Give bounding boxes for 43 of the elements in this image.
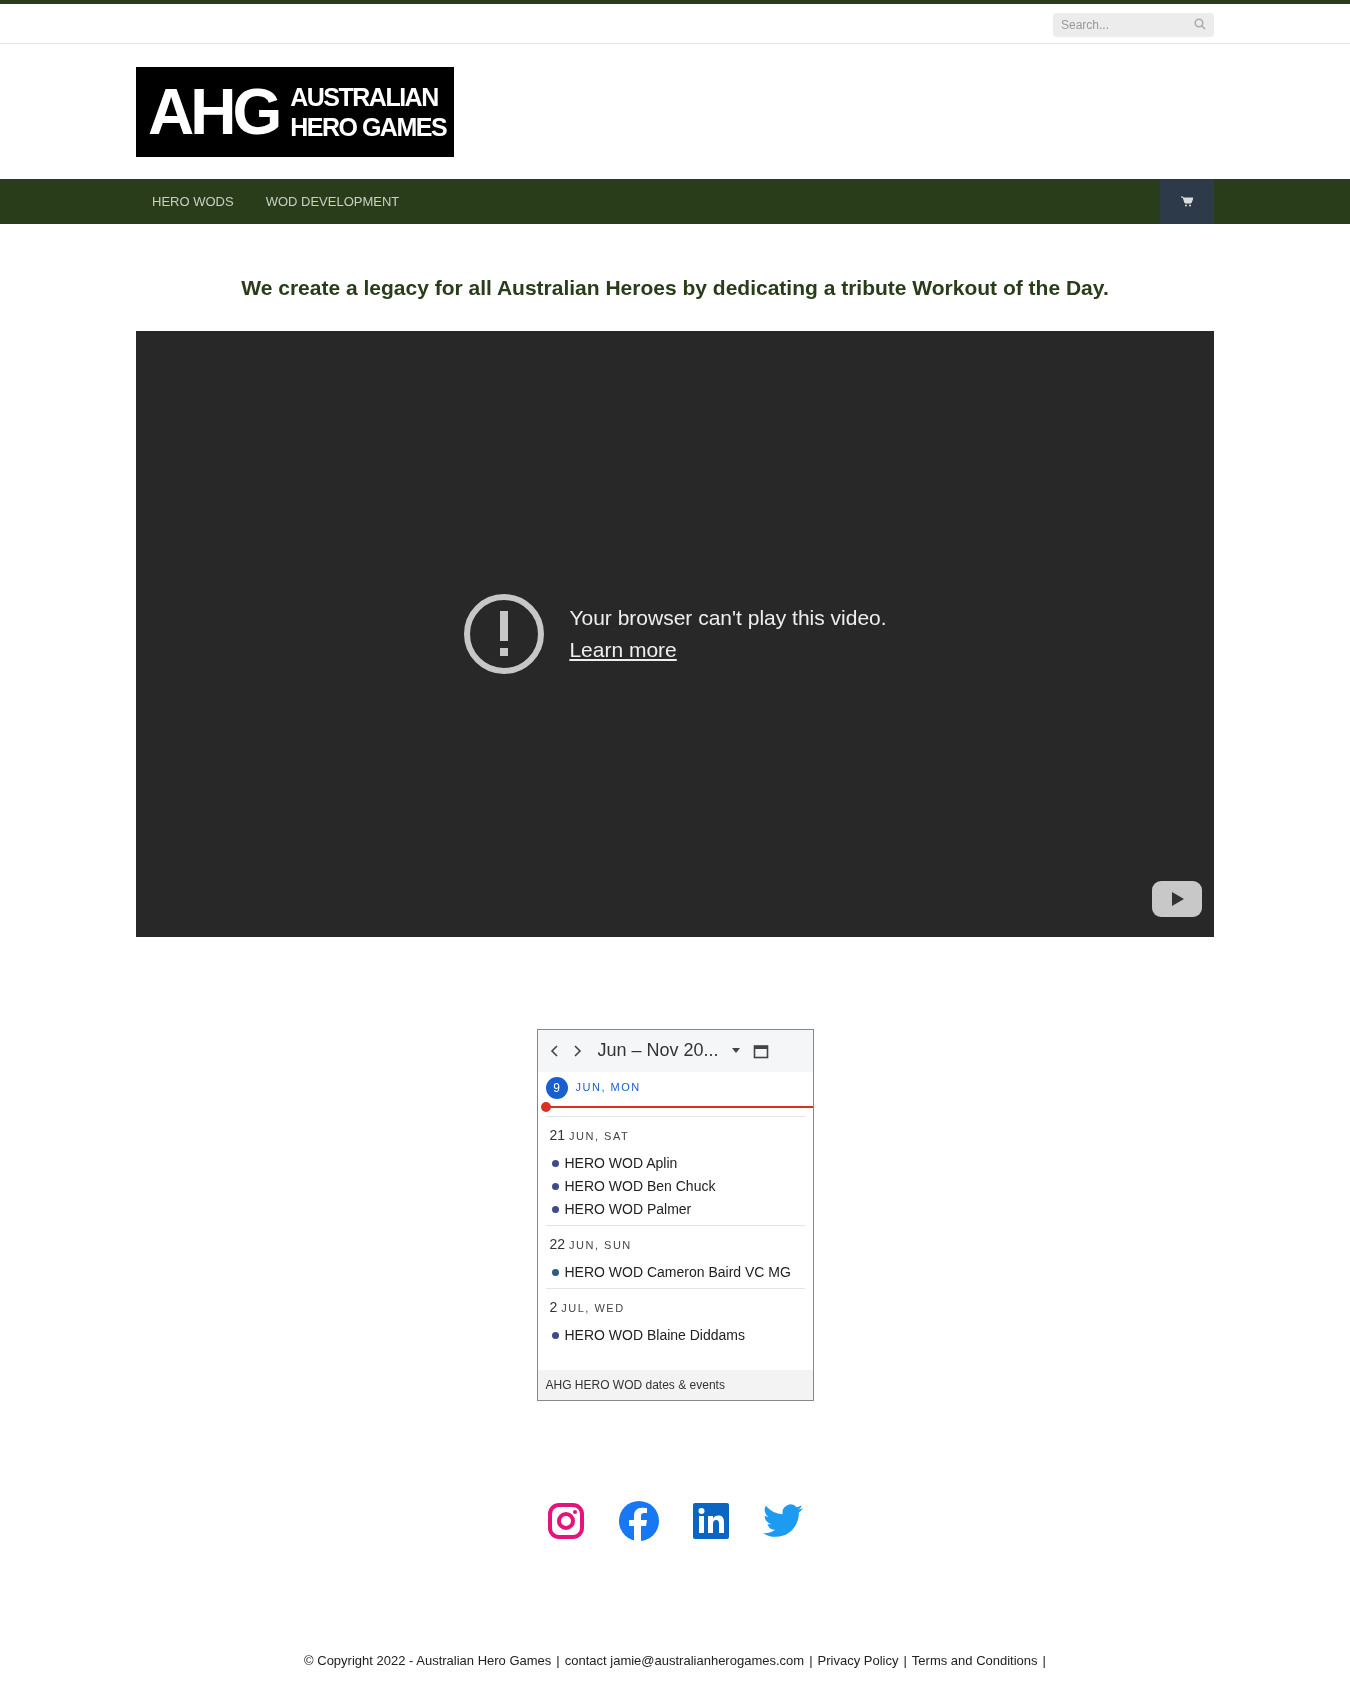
previous-icon[interactable] <box>549 1044 560 1057</box>
event-title[interactable]: HERO WOD Blaine Diddams <box>564 1324 745 1346</box>
dropdown-caret-icon[interactable] <box>730 1047 741 1054</box>
copyright-text: © Copyright 2022 - Australian Hero Games <box>304 1651 552 1670</box>
nav-link[interactable]: WOD DEVELOPMENT <box>249 179 416 224</box>
tagline: We create a legacy for all Australian Heroes by dedicating a tribute Workout of the Day. <box>241 275 1109 301</box>
logo-mark: AHG <box>148 79 279 144</box>
day-label: JUN, SUN <box>569 1237 632 1253</box>
event-title[interactable]: HERO WOD Palmer <box>564 1198 692 1220</box>
day-number: 21 <box>549 1125 566 1145</box>
separator: | <box>1042 1651 1046 1670</box>
video-error-message: Your browser can't play this video. <box>569 605 887 631</box>
day-number: 2 <box>549 1297 558 1317</box>
calendar-caption: AHG HERO WOD dates & events <box>545 1376 725 1394</box>
logo-text: AUSTRALIAN <box>290 81 439 112</box>
nav-link[interactable]: HERO WODS <box>136 179 250 224</box>
linkedin-icon[interactable] <box>693 1502 729 1539</box>
terms-link[interactable]: Terms and Conditions <box>911 1650 1038 1670</box>
day-label: JUN, SAT <box>569 1128 630 1144</box>
logo-text: HERO GAMES <box>290 111 447 142</box>
day-number: 22 <box>549 1234 566 1254</box>
today-badge[interactable]: 9 <box>545 1076 568 1099</box>
cart-button[interactable] <box>1160 179 1214 224</box>
event-title[interactable]: HERO WOD Aplin <box>564 1152 678 1174</box>
twitter-icon[interactable] <box>763 1503 803 1538</box>
cart-icon <box>1181 196 1193 207</box>
privacy-policy-link[interactable]: Privacy Policy <box>817 1650 899 1670</box>
search-field[interactable]: Search... <box>1053 12 1214 37</box>
facebook-icon[interactable] <box>619 1500 659 1541</box>
event-title[interactable]: HERO WOD Ben Chuck <box>564 1175 716 1197</box>
instagram-icon[interactable] <box>547 1501 585 1540</box>
separator: | <box>903 1651 907 1670</box>
separator: | <box>556 1651 560 1670</box>
separator: | <box>809 1651 813 1670</box>
contact-link[interactable]: contact jamie@australianherogames.com <box>564 1650 805 1670</box>
day-label: JUL, WED <box>561 1300 625 1316</box>
learn-more-link[interactable]: Learn more <box>569 633 677 665</box>
next-icon[interactable] <box>571 1044 582 1057</box>
calendar-icon[interactable] <box>752 1042 769 1059</box>
youtube-logo-icon[interactable] <box>1152 880 1202 917</box>
event-title[interactable]: HERO WOD Cameron Baird VC MG <box>564 1261 791 1283</box>
day-label: JUN, MON <box>575 1080 641 1096</box>
warning-icon <box>463 592 546 675</box>
